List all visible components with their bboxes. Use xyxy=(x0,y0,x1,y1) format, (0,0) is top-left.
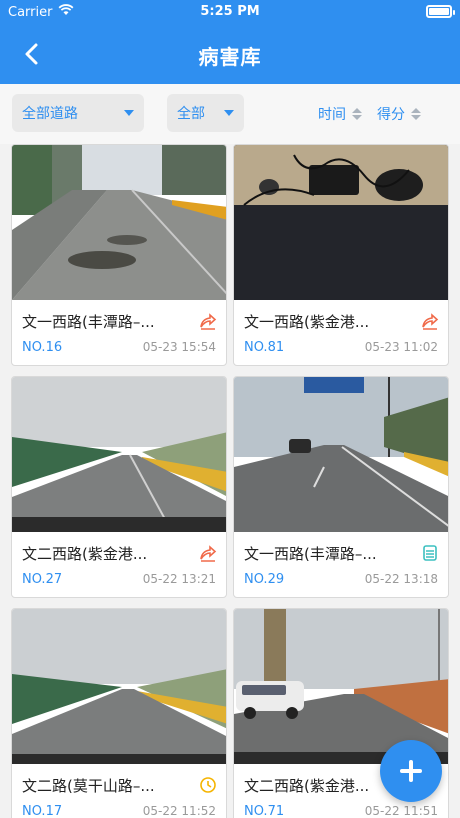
category-filter-label: 全部 xyxy=(177,106,205,122)
card-number: NO.29 xyxy=(244,572,285,587)
card-number: NO.71 xyxy=(244,804,285,818)
status-bar: Carrier 5:25 PM xyxy=(0,0,460,24)
sort-time-button[interactable]: 时间 xyxy=(318,104,362,124)
road-filter-label: 全部道路 xyxy=(22,106,78,122)
clock-icon xyxy=(198,775,218,795)
card-number: NO.81 xyxy=(244,340,285,355)
card-road-name: 文一西路(紫金港... xyxy=(244,313,370,331)
card-date: 05-23 11:02 xyxy=(364,340,438,354)
disease-card[interactable]: 文二路(莫干山路–... NO.17 05-22 11:52 xyxy=(11,608,227,818)
sort-arrows-icon xyxy=(352,108,362,120)
caret-down-icon xyxy=(224,110,234,116)
nav-bar: 病害库 xyxy=(0,28,460,80)
card-number: NO.16 xyxy=(22,340,63,355)
repair-arrow-icon xyxy=(198,311,218,331)
stack-icon xyxy=(420,543,440,563)
card-road-name: 文二西路(紫金港... xyxy=(22,545,148,563)
battery-icon xyxy=(426,5,455,18)
filter-bar: 全部道路 全部 时间 得分 xyxy=(0,84,460,144)
repair-arrow-icon xyxy=(420,311,440,331)
road-photo xyxy=(12,609,226,764)
road-photo xyxy=(234,377,448,532)
caret-down-icon xyxy=(124,110,134,116)
page-title: 病害库 xyxy=(198,45,262,69)
card-number: NO.27 xyxy=(22,572,63,587)
disease-card[interactable]: 文一西路(丰潭路–... NO.16 05-23 15:54 xyxy=(11,144,227,366)
add-button[interactable] xyxy=(380,740,442,802)
disease-card[interactable]: 文一西路(紫金港... NO.81 05-23 11:02 xyxy=(233,144,449,366)
card-date: 05-22 13:21 xyxy=(142,572,216,586)
road-photo xyxy=(12,145,226,300)
desk-photo xyxy=(234,145,448,300)
card-date: 05-22 11:51 xyxy=(364,804,438,818)
disease-card[interactable]: 文二西路(紫金港... NO.27 05-22 13:21 xyxy=(11,376,227,598)
app-header: Carrier 5:25 PM 病害库 xyxy=(0,0,460,84)
card-date: 05-22 13:18 xyxy=(364,572,438,586)
card-date: 05-23 15:54 xyxy=(142,340,216,354)
road-photo xyxy=(12,377,226,532)
disease-card[interactable]: 文一西路(丰潭路–... NO.29 05-22 13:18 xyxy=(233,376,449,598)
card-number: NO.17 xyxy=(22,804,63,818)
sort-score-button[interactable]: 得分 xyxy=(377,104,421,124)
card-road-name: 文一西路(丰潭路–... xyxy=(244,545,377,563)
card-date: 05-22 11:52 xyxy=(142,804,216,818)
card-road-name: 文一西路(丰潭路–... xyxy=(22,313,155,331)
sort-time-label: 时间 xyxy=(318,107,346,123)
category-filter-dropdown[interactable]: 全部 xyxy=(167,94,244,132)
repair-arrow-icon xyxy=(198,543,218,563)
card-road-name: 文二路(莫干山路–... xyxy=(22,777,155,795)
sort-arrows-icon xyxy=(411,108,421,120)
sort-score-label: 得分 xyxy=(377,107,405,123)
status-time: 5:25 PM xyxy=(200,4,260,19)
road-filter-dropdown[interactable]: 全部道路 xyxy=(12,94,144,132)
